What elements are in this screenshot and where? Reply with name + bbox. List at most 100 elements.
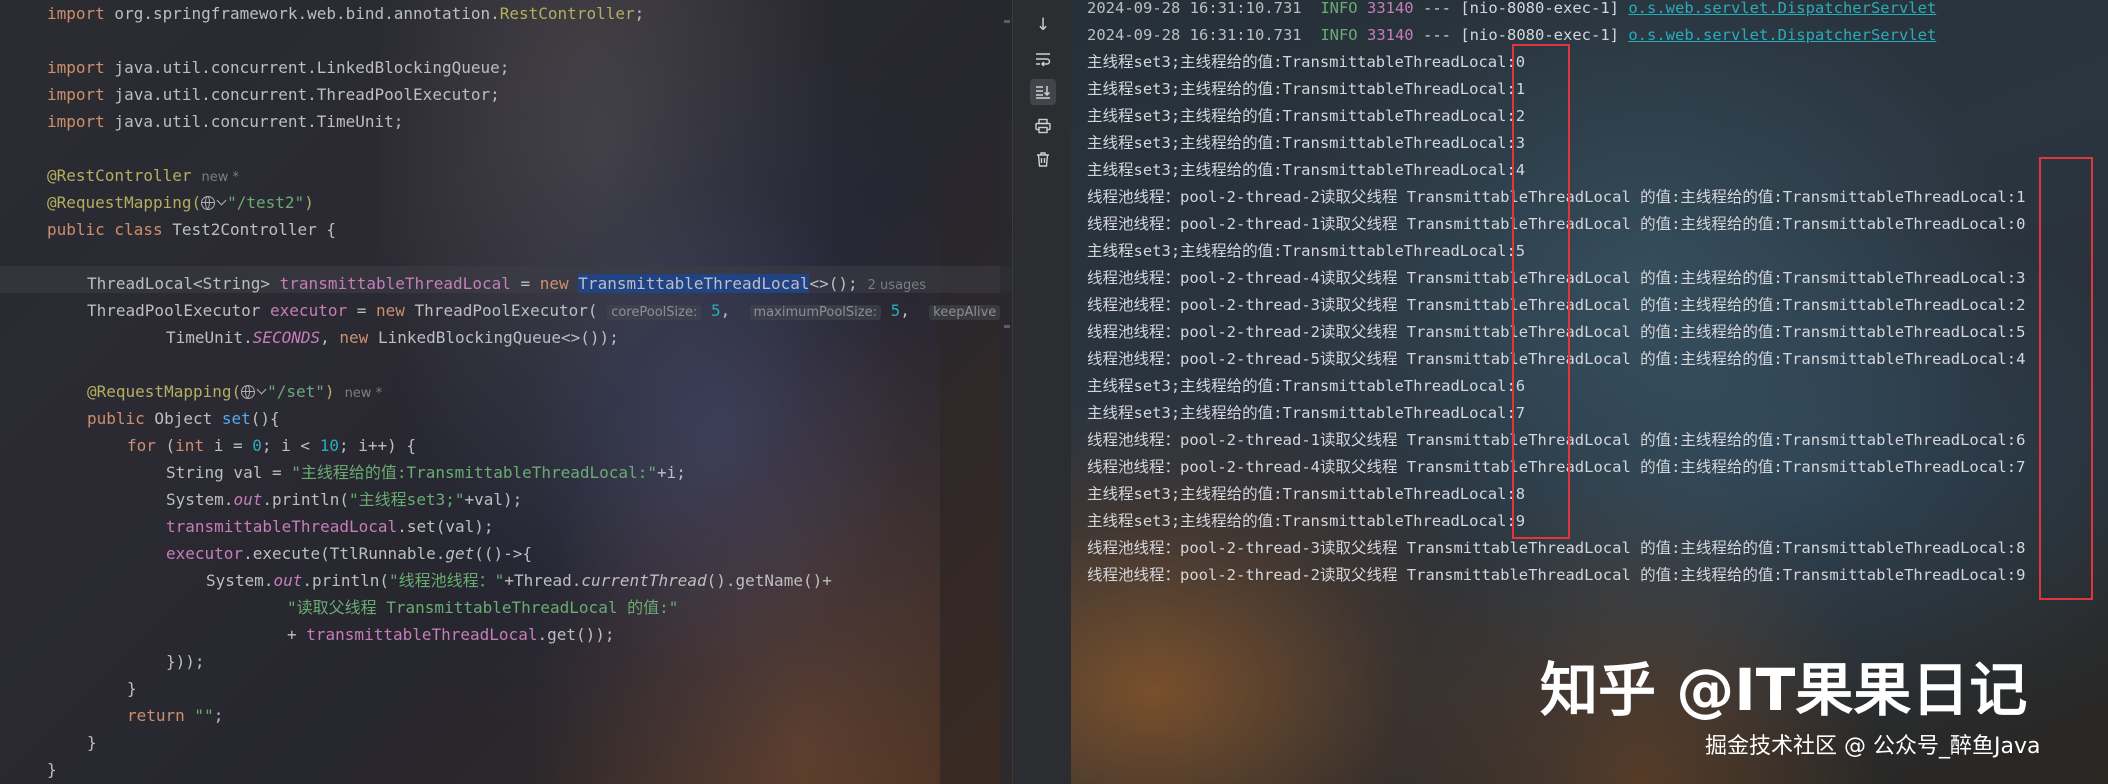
output-line: 线程池线程：pool-2-thread-3读取父线程 Transmittable… bbox=[1087, 539, 2026, 557]
code-text: i = bbox=[204, 436, 253, 455]
code-line-22: System.out.println("线程池线程："+Thread.curre… bbox=[206, 567, 832, 594]
code-line-4: import java.util.concurrent.ThreadPoolEx… bbox=[47, 81, 500, 108]
string-literal: "/set" bbox=[267, 382, 325, 401]
editor-scrollbar[interactable] bbox=[1000, 0, 1012, 784]
code-text: .println( bbox=[302, 571, 390, 590]
annotation-text: @RestController bbox=[47, 166, 192, 185]
code-text: +Thread. bbox=[504, 571, 582, 590]
code-text: = bbox=[510, 274, 540, 293]
string-literal: "线程池线程：" bbox=[389, 571, 505, 590]
log-logger-link[interactable]: o.s.web.servlet.DispatcherServlet bbox=[1628, 0, 1936, 17]
code-line-29: } bbox=[47, 756, 57, 783]
log-line-1: 2024-09-28 16:31:10.731 INFO 33140 --- [… bbox=[1087, 0, 2108, 22]
output-line: 主线程set3;主线程给的值:TransmittableThreadLocal:… bbox=[1087, 377, 1526, 395]
scroll-to-end-icon[interactable] bbox=[1030, 79, 1056, 105]
code-text: java.util.concurrent.ThreadPoolExecutor; bbox=[104, 85, 500, 104]
output-line: 主线程set3;主线程给的值:TransmittableThreadLocal:… bbox=[1087, 512, 1526, 530]
code-text: ; bbox=[213, 706, 224, 725]
code-line-12: ThreadPoolExecutor executor = new Thread… bbox=[87, 297, 1001, 324]
keyword: return bbox=[127, 706, 185, 725]
code-text: .set(val); bbox=[397, 517, 494, 536]
code-text: .execute(TtlRunnable. bbox=[243, 544, 446, 563]
static-method: currentThread bbox=[581, 571, 707, 590]
code-line-7: @RestController new * bbox=[47, 162, 239, 189]
selected-text[interactable]: TransmittableThreadLocal bbox=[578, 274, 810, 293]
scroll-marker bbox=[1004, 325, 1010, 328]
number-literal: 10 bbox=[319, 436, 339, 455]
chevron-down-icon[interactable] bbox=[216, 195, 227, 206]
code-line-1: import org.springframework.web.bind.anno… bbox=[47, 0, 644, 27]
string-literal: "" bbox=[184, 706, 214, 725]
globe-icon[interactable] bbox=[201, 196, 216, 210]
keyword: public class bbox=[47, 220, 163, 239]
code-line-5: import java.util.concurrent.TimeUnit; bbox=[47, 108, 403, 135]
keyword: int bbox=[175, 436, 205, 455]
code-line-13: TimeUnit.SECONDS, new LinkedBlockingQueu… bbox=[166, 324, 619, 351]
code-text: String val = bbox=[166, 463, 292, 482]
code-text: Test2Controller { bbox=[162, 220, 336, 239]
code-line-23: "读取父线程 TransmittableThreadLocal 的值:" bbox=[287, 594, 678, 621]
code-text: ().getName()+ bbox=[706, 571, 832, 590]
keyword: import bbox=[47, 85, 105, 104]
globe-icon[interactable] bbox=[241, 385, 256, 399]
usages-hint[interactable]: 2 usages bbox=[868, 278, 926, 293]
annotation-text: @RequestMapping( bbox=[87, 382, 242, 401]
trash-icon[interactable] bbox=[1030, 146, 1056, 172]
code-line-18: String val = "主线程给的值:TransmittableThread… bbox=[166, 459, 686, 486]
keyword: for bbox=[127, 436, 156, 455]
arrow-down-icon[interactable]: ↓ bbox=[1030, 12, 1056, 38]
author-hint[interactable]: new * bbox=[345, 386, 383, 401]
string-literal: "主线程set3;" bbox=[349, 490, 465, 509]
code-line-19: System.out.println("主线程set3;"+val); bbox=[166, 486, 522, 513]
code-text: (){ bbox=[250, 409, 280, 428]
field-name: transmittableThreadLocal bbox=[306, 625, 538, 644]
log-line-2: 2024-09-28 16:31:10.731 INFO 33140 --- [… bbox=[1087, 22, 2108, 49]
keyword: import bbox=[47, 58, 105, 77]
output-line: 主线程set3;主线程给的值:TransmittableThreadLocal:… bbox=[1087, 134, 1526, 152]
static-method: get bbox=[445, 544, 475, 563]
static-field: out bbox=[233, 490, 263, 509]
log-timestamp: 2024-09-28 16:31:10.731 bbox=[1087, 0, 1302, 17]
code-text: ; i < bbox=[261, 436, 320, 455]
code-line-15: @RequestMapping("/set") new * bbox=[87, 378, 382, 405]
code-text: System. bbox=[206, 571, 274, 590]
code-text: org.springframework.web.bind.annotation. bbox=[104, 4, 500, 23]
code-text: LinkedBlockingQueue<>()); bbox=[368, 328, 619, 347]
code-line-8: @RequestMapping("/test2") bbox=[47, 189, 314, 216]
output-line: 主线程set3;主线程给的值:TransmittableThreadLocal:… bbox=[1087, 107, 1526, 125]
string-literal: "主线程给的值:TransmittableThreadLocal:" bbox=[291, 463, 657, 482]
code-text: ThreadPoolExecutor( bbox=[404, 301, 598, 320]
soft-wrap-icon[interactable] bbox=[1030, 46, 1056, 72]
code-text: <>(); bbox=[809, 274, 858, 293]
code-text: ThreadPoolExecutor bbox=[87, 301, 271, 320]
static-field: SECONDS bbox=[252, 328, 321, 347]
code-text: ThreadLocal<String> bbox=[87, 274, 280, 293]
field-name: transmittableThreadLocal bbox=[166, 517, 398, 536]
field-name: transmittableThreadLocal bbox=[279, 274, 511, 293]
code-text: (()->{ bbox=[474, 544, 533, 563]
code-line-24: + transmittableThreadLocal.get()); bbox=[287, 621, 615, 648]
annotation-text: RestController bbox=[499, 4, 635, 23]
log-thread: [nio-8080-exec-1] bbox=[1460, 0, 1619, 17]
code-line-28: } bbox=[87, 729, 97, 756]
annotation-text: @RequestMapping( bbox=[47, 193, 202, 212]
keyword: import bbox=[47, 112, 105, 131]
keyword: public bbox=[87, 409, 145, 428]
print-icon[interactable] bbox=[1030, 113, 1056, 139]
annotation-text: ) bbox=[304, 193, 314, 212]
number-literal: 0 bbox=[252, 436, 262, 455]
log-logger-link[interactable]: o.s.web.servlet.DispatcherServlet bbox=[1628, 26, 1936, 44]
parameter-hint: corePoolSize: bbox=[607, 305, 702, 320]
code-line-20: transmittableThreadLocal.set(val); bbox=[166, 513, 494, 540]
code-editor[interactable]: import org.springframework.web.bind.anno… bbox=[0, 0, 1012, 784]
log-separator: --- bbox=[1423, 0, 1451, 17]
author-hint[interactable]: new * bbox=[202, 170, 240, 185]
code-line-9: public class Test2Controller { bbox=[47, 216, 336, 243]
output-line: 线程池线程：pool-2-thread-2读取父线程 Transmittable… bbox=[1087, 566, 2026, 584]
output-line: 主线程set3;主线程给的值:TransmittableThreadLocal:… bbox=[1087, 404, 1526, 422]
code-text: .println( bbox=[262, 490, 350, 509]
chevron-down-icon[interactable] bbox=[256, 384, 267, 395]
code-text: java.util.concurrent.LinkedBlockingQueue… bbox=[104, 58, 510, 77]
number-literal: 5 bbox=[890, 301, 901, 320]
code-text: , bbox=[320, 328, 340, 347]
